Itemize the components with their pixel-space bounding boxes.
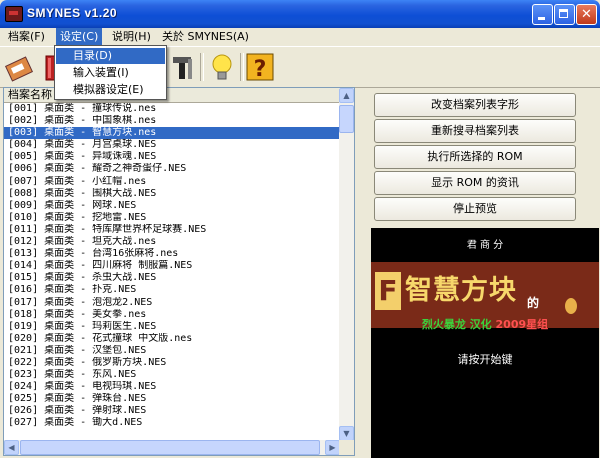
list-item[interactable]: [017] 桌面类 - 泡泡龙2.NES [4,297,340,309]
preview-credit-hanhua: 汉化 [469,318,492,331]
rom-list[interactable]: 档案名称 [001] 桌面类 - 撞球传说.nes [002] 桌面类 - 中国象… [3,87,355,456]
list-item[interactable]: [013] 桌面类 - 台湾16张麻将.nes [4,248,340,260]
preview-credit-year: 2009 [495,318,527,331]
preview-credit-author: 烈火暴龙 [421,318,466,331]
list-item[interactable]: [025] 桌面类 - 弹珠台.NES [4,393,340,405]
list-item[interactable]: [003] 桌面类 - 智慧方块.nes [4,127,340,140]
list-item[interactable]: [012] 桌面类 - 坦克大战.nes [4,236,340,248]
list-item[interactable]: [026] 桌面类 - 弹射球.NES [4,405,340,417]
help-icon: ? [246,53,274,82]
list-item[interactable]: [004] 桌面类 - 月宫桌球.NES [4,139,340,151]
menu-emulator-settings[interactable]: 模拟器设定(E) [56,82,165,98]
list-item[interactable]: [015] 桌面类 - 杀虫大战.NES [4,272,340,284]
menu-directory[interactable]: 目录(D) [56,48,165,64]
scroll-up-button[interactable]: ▲ [339,88,354,103]
list-item[interactable]: [016] 桌面类 - 扑克.NES [4,284,340,296]
tools-button[interactable] [166,51,198,83]
preview-credit-line: 烈火暴龙 汉化 2009星组 [373,316,597,332]
list-item[interactable]: [020] 桌面类 - 花式撞球 中文版.nes [4,333,340,345]
list-item[interactable]: [005] 桌面类 - 异域诛魂.NES [4,151,340,163]
help-button[interactable]: ? [244,51,276,83]
list-item[interactable]: [018] 桌面类 - 美女拳.nes [4,309,340,321]
rescan-list-button[interactable]: 重新搜寻档案列表 [374,119,576,143]
toolbar-separator [200,53,204,81]
menu-input-device[interactable]: 输入装置(I) [56,65,165,81]
list-item[interactable]: [009] 桌面类 - 网球.NES [4,200,340,212]
lightbulb-icon [212,54,232,80]
action-panel: 改变档案列表字形 重新搜寻档案列表 执行所选择的 ROM 显示 ROM 的资讯 … [371,87,599,227]
list-item[interactable]: [010] 桌面类 - 挖地雷.NES [4,212,340,224]
settings-dropdown: 目录(D) 输入装置(I) 模拟器设定(E) [54,45,167,100]
list-item[interactable]: [019] 桌面类 - 玛莉医生.NES [4,321,340,333]
title-bar[interactable]: SMYNES v1.20 ✕ [0,0,600,28]
preview-logo-f: F [375,272,401,310]
tips-button[interactable] [206,51,238,83]
game-preview: 君 商 分 F 智慧方块 的 烈火暴龙 汉化 2009星组 请按开始键 [371,228,599,458]
horizontal-scrollbar[interactable]: ◀ ▶ [4,440,340,455]
maximize-icon [559,9,568,18]
list-item[interactable]: [002] 桌面类 - 中国象棋.nes [4,115,340,127]
run-rom-button[interactable]: 执行所选择的 ROM [374,145,576,169]
list-item[interactable]: [021] 桌面类 - 汉堡包.NES [4,345,340,357]
list-item[interactable]: [007] 桌面类 - 小红帽.nes [4,176,340,188]
menu-file[interactable]: 档案(F) [4,28,49,46]
list-item[interactable]: [024] 桌面类 - 电视玛琪.NES [4,381,340,393]
minimize-icon [538,17,545,20]
scroll-left-button[interactable]: ◀ [4,440,19,455]
horizontal-scroll-thumb[interactable] [20,440,320,455]
scroll-right-button[interactable]: ▶ [325,440,340,455]
svg-text:?: ? [254,57,267,82]
vertical-scrollbar[interactable]: ▲ ▼ [339,88,354,441]
preview-top-text: 君 商 分 [466,240,504,251]
list-item[interactable]: [001] 桌面类 - 撞球传说.nes [4,103,340,115]
minimize-button[interactable] [532,4,553,25]
change-font-button[interactable]: 改变档案列表字形 [374,93,576,117]
list-item[interactable]: [022] 桌面类 - 俄罗斯方块.NES [4,357,340,369]
scrollbar-corner [339,440,354,455]
preview-logo-title: 智慧方块 [405,275,517,306]
menu-about[interactable]: 关於 SMYNES(A) [158,28,253,46]
window-title: SMYNES v1.20 [27,6,118,20]
list-item[interactable]: [006] 桌面类 - 耀奇之神奇蛋仔.NES [4,163,340,175]
rom-info-button[interactable]: 显示 ROM 的资讯 [374,171,576,195]
list-item[interactable]: [023] 桌面类 - 东风.NES [4,369,340,381]
rom-button[interactable] [4,51,36,83]
list-item[interactable]: [011] 桌面类 - 特库摩世界杯足球赛.NES [4,224,340,236]
close-icon: ✕ [581,7,592,22]
app-icon [5,6,23,22]
list-item[interactable]: [014] 桌面类 - 四川麻将 制服篇.NES [4,260,340,272]
menu-settings[interactable]: 设定(C) [56,28,103,46]
scroll-down-button[interactable]: ▼ [339,426,354,441]
list-item[interactable]: [008] 桌面类 - 围棋大战.NES [4,188,340,200]
rom-icon [4,56,34,82]
preview-credit-group: 星组 [526,318,549,331]
vertical-scroll-thumb[interactable] [339,105,354,133]
preview-logo-suffix: 的 [527,296,540,310]
rom-list-rows: [001] 桌面类 - 撞球传说.nes [002] 桌面类 - 中国象棋.nes… [4,103,340,430]
maximize-button[interactable] [554,4,575,25]
close-button[interactable]: ✕ [576,4,597,25]
menu-help[interactable]: 说明(H) [108,28,155,46]
preview-egg-icon [565,298,577,314]
preview-prompt: 请按开始键 [457,353,513,366]
stop-preview-button[interactable]: 停止预览 [374,197,576,221]
tools-icon [173,57,192,79]
list-item[interactable]: [027] 桌面类 - 锄大d.NES [4,417,340,429]
menu-bar: 档案(F) 设定(C) 说明(H) 关於 SMYNES(A) [0,28,600,46]
